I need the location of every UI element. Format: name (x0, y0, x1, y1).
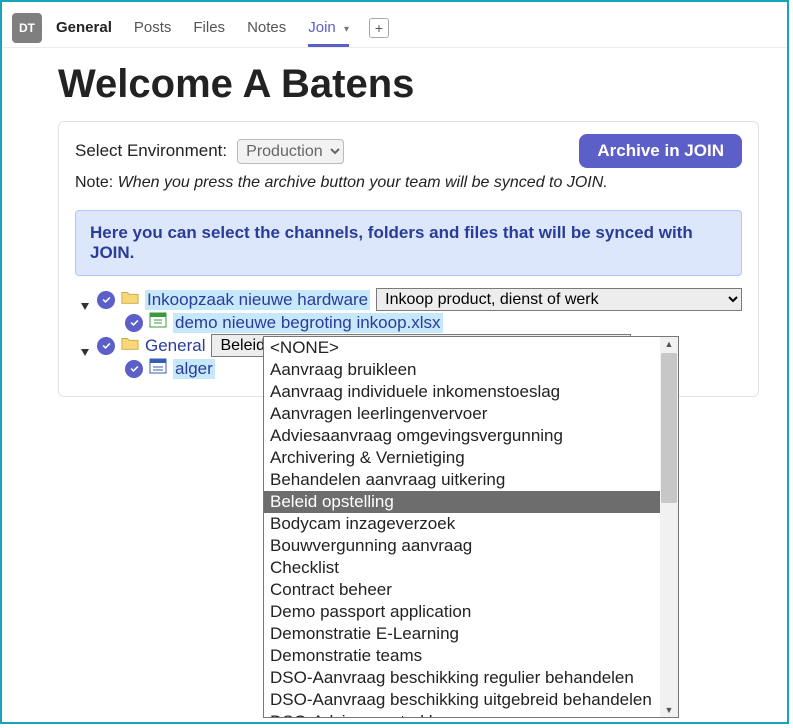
tree-file-xlsx[interactable]: demo nieuwe begroting inkoop.xlsx (173, 313, 443, 333)
dropdown-option[interactable]: DSO-Aanvraag beschikking regulier behand… (264, 667, 660, 689)
file-xlsx-icon (149, 312, 173, 333)
dropdown-option[interactable]: Contract beheer (264, 579, 660, 601)
scroll-down-icon[interactable]: ▼ (665, 703, 674, 717)
check-toggle[interactable] (125, 360, 143, 378)
folder-icon (121, 289, 145, 310)
check-toggle[interactable] (97, 337, 115, 355)
page-title: Welcome A Batens (58, 62, 759, 107)
archive-button[interactable]: Archive in JOIN (579, 134, 742, 168)
tree-node-general[interactable]: General (145, 336, 205, 356)
tab-join[interactable]: Join ▾ (308, 11, 349, 44)
dropdown-option[interactable]: Bodycam inzageverzoek (264, 513, 660, 535)
info-box: Here you can select the channels, folder… (75, 210, 742, 276)
dropdown-option[interactable]: DSO-Aanvraag beschikking uitgebreid beha… (264, 689, 660, 711)
folder-icon (121, 335, 145, 356)
scrollbar[interactable]: ▲ ▼ (660, 337, 678, 717)
tab-files[interactable]: Files (193, 11, 225, 44)
dropdown-option[interactable]: Demonstratie teams (264, 645, 660, 667)
dropdown-option[interactable]: DSO-Advies verstrekken (264, 711, 660, 717)
check-toggle[interactable] (125, 314, 143, 332)
check-toggle[interactable] (97, 291, 115, 309)
collapse-caret-icon[interactable] (81, 342, 89, 350)
dropdown-option[interactable]: Behandelen aanvraag uitkering (264, 469, 660, 491)
chevron-down-icon: ▾ (344, 24, 349, 35)
type-dropdown-listbox[interactable]: <NONE>Aanvraag bruikleenAanvraag individ… (263, 336, 679, 718)
dropdown-option[interactable]: Bouwvergunning aanvraag (264, 535, 660, 557)
top-bar: DT General Posts Files Notes Join ▾ + (2, 2, 787, 48)
tree-node-inkoopzaak[interactable]: Inkoopzaak nieuwe hardware (145, 290, 370, 310)
tab-posts[interactable]: Posts (134, 11, 172, 44)
dropdown-option[interactable]: Checklist (264, 557, 660, 579)
type-select-inkoopzaak[interactable]: Inkoop product, dienst of werk (376, 288, 742, 311)
scroll-thumb[interactable] (661, 353, 677, 503)
dropdown-option[interactable]: Archivering & Vernietiging (264, 447, 660, 469)
dropdown-option[interactable]: Demo passport application (264, 601, 660, 623)
add-tab-button[interactable]: + (369, 18, 389, 38)
file-doc-icon (149, 358, 173, 379)
select-env-label: Select Environment: (75, 141, 227, 161)
dropdown-option[interactable]: Aanvraag bruikleen (264, 359, 660, 381)
tab-strip: General Posts Files Notes Join ▾ (56, 11, 349, 44)
dropdown-option[interactable]: Aanvragen leerlingenvervoer (264, 403, 660, 425)
dropdown-option[interactable]: <NONE> (264, 337, 660, 359)
dropdown-option[interactable]: Aanvraag individuele inkomenstoeslag (264, 381, 660, 403)
dropdown-option[interactable]: Adviesaanvraag omgevingsvergunning (264, 425, 660, 447)
note-text: Note: When you press the archive button … (75, 174, 742, 192)
dropdown-option[interactable]: Demonstratie E-Learning (264, 623, 660, 645)
tree-file-doc[interactable]: alger (173, 359, 215, 379)
environment-select[interactable]: Production (237, 139, 344, 164)
tab-general[interactable]: General (56, 11, 112, 44)
dropdown-option[interactable]: Beleid opstelling (264, 491, 660, 513)
avatar: DT (12, 13, 42, 43)
collapse-caret-icon[interactable] (81, 296, 89, 304)
tab-notes[interactable]: Notes (247, 11, 286, 44)
tab-join-label: Join (308, 19, 336, 36)
scroll-up-icon[interactable]: ▲ (665, 337, 674, 351)
